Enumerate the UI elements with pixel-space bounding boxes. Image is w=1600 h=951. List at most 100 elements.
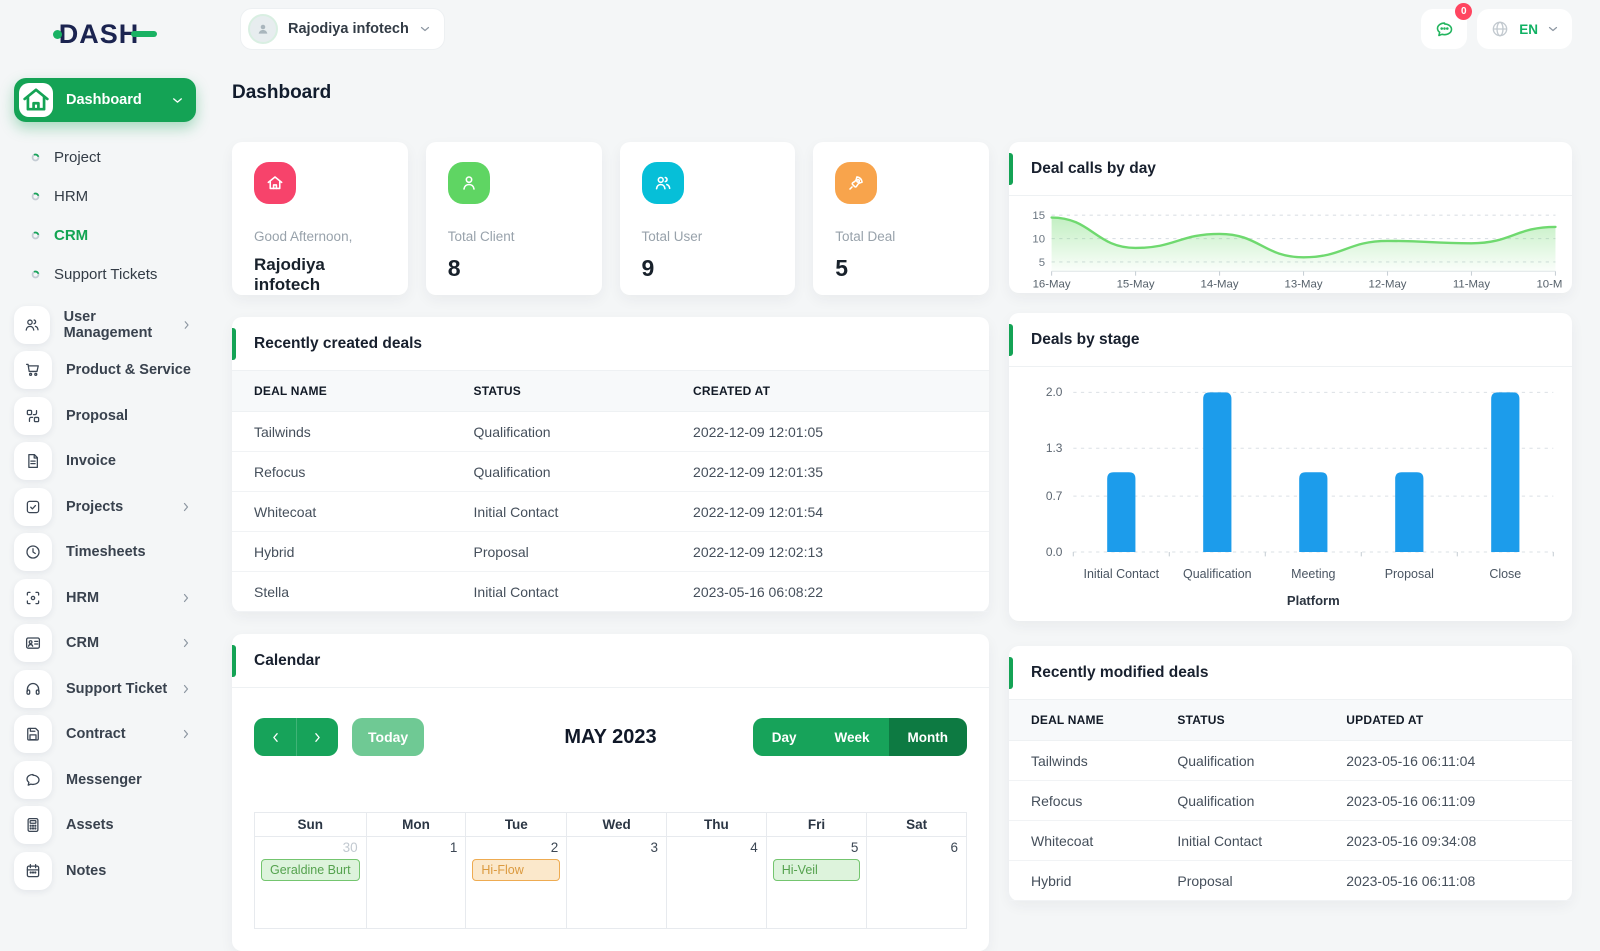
calendar-day-cell[interactable]: 2 Hi-Flow: [465, 836, 568, 929]
calendar-today-button[interactable]: Today: [352, 718, 425, 756]
deal-calls-by-day-card: Deal calls by day 5 10 15 16-May 15-May 14-Ma…: [1009, 142, 1572, 293]
clock-icon: [14, 533, 52, 572]
sidebar-item-crm[interactable]: CRM: [0, 621, 210, 667]
sidebar-subitem-crm[interactable]: CRM: [0, 216, 210, 255]
sidebar-subitem-hrm[interactable]: HRM: [0, 177, 210, 216]
topbar-actions: 0 EN: [1421, 3, 1572, 49]
svg-text:15-May: 15-May: [1117, 279, 1155, 291]
calendar-view-month[interactable]: Month: [888, 718, 967, 756]
calendar-day-cell[interactable]: 30 Geraldine Burt: [254, 836, 367, 929]
svg-text:2.0: 2.0: [1046, 385, 1063, 399]
table-cell: 2023-05-16 06:08:22: [671, 571, 989, 612]
rocket-icon: [835, 162, 878, 204]
sidebar-item-label: HRM: [66, 589, 100, 606]
messages-button[interactable]: 0: [1421, 3, 1473, 49]
main-area: Rajodiya infotech 0 EN Dashboard Good Af…: [210, 0, 1600, 951]
sidebar-subitem-project[interactable]: Project: [0, 138, 210, 177]
calendar-event[interactable]: Hi-Veil: [772, 859, 861, 881]
stat-card-total-user: Total User 9: [619, 142, 796, 295]
stat-label: Good Afternoon,: [254, 229, 353, 244]
logo[interactable]: DASH: [0, 14, 210, 54]
day-number: 4: [750, 840, 758, 855]
deals-by-stage-card: Deals by stage 0.0 0.7 1.3 2.0 Initial Conta…: [1009, 312, 1572, 622]
sidebar-item-dashboard[interactable]: Dashboard: [14, 78, 196, 122]
svg-text:Qualification: Qualification: [1183, 567, 1252, 581]
calendar-day-cell[interactable]: 6: [866, 836, 967, 929]
bar-initial-contact[interactable]: [1107, 472, 1136, 552]
sidebar-item-messenger[interactable]: Messenger: [0, 757, 210, 803]
sidebar-item-hrm[interactable]: HRM: [0, 575, 210, 621]
sidebar-item-timesheets[interactable]: Timesheets: [0, 530, 210, 576]
calendar-view-day[interactable]: Day: [752, 718, 816, 756]
stat-label: Total Client: [447, 229, 515, 244]
recently-created-deals-card: Recently created deals DEAL NAME STATUS CR…: [232, 317, 989, 612]
sidebar-item-assets[interactable]: Assets: [0, 803, 210, 849]
chevron-right-icon: [180, 501, 192, 513]
calendar-day-header: Thu: [666, 812, 767, 837]
company-selector[interactable]: Rajodiya infotech: [240, 8, 445, 50]
bar-meeting[interactable]: [1299, 472, 1328, 552]
sidebar-item-contract[interactable]: Contract: [0, 712, 210, 758]
calendar-day-cell[interactable]: 1: [365, 836, 467, 929]
chevron-right-icon: [180, 728, 192, 740]
day-number: 2: [550, 840, 559, 855]
sidebar-item-invoice[interactable]: Invoice: [0, 439, 210, 485]
table-cell: Hybrid: [1009, 860, 1156, 902]
day-number: 3: [650, 840, 659, 855]
sidebar-item-projects[interactable]: Projects: [0, 484, 210, 530]
table-cell: Stella: [232, 571, 452, 612]
chevron-right-icon: [180, 592, 192, 604]
logo-dash-icon: [131, 31, 158, 37]
check-square-icon: [14, 487, 52, 526]
scan-icon: [14, 578, 52, 617]
stat-value: Rajodiya infotech: [254, 255, 325, 294]
column-header: UPDATED AT: [1324, 700, 1572, 742]
calendar-view-week[interactable]: Week: [815, 718, 889, 756]
calendar-day-cell[interactable]: 4: [666, 836, 767, 929]
page-title: Dashboard: [232, 82, 332, 103]
table-cell: Hybrid: [232, 531, 452, 572]
sidebar-subitem-support-tickets[interactable]: Support Tickets: [0, 255, 210, 294]
bar-qualification[interactable]: [1203, 392, 1232, 552]
table-cell: 2022-12-09 12:01:35: [671, 451, 989, 492]
table-row: Whitecoat Initial Contact 2022-12-09 12:01…: [232, 491, 989, 532]
svg-text:12-May: 12-May: [1369, 279, 1407, 291]
sidebar-item-notes[interactable]: Notes: [0, 848, 210, 894]
chevron-down-icon: [171, 94, 184, 107]
calendar-day-header: Tue: [465, 812, 568, 837]
calendar-day-header: Mon: [365, 812, 467, 837]
calendar-day-header-row: Sun Mon Tue Wed Thu Fri Sat: [254, 812, 967, 837]
table-cell: 2022-12-09 12:01:05: [671, 411, 989, 452]
headphones-icon: [14, 669, 52, 708]
save-icon: [14, 715, 52, 754]
bullet-ring-icon: [31, 153, 40, 162]
calendar-day-cell[interactable]: 5 Hi-Veil: [765, 836, 868, 929]
calendar-event[interactable]: Hi-Flow: [472, 859, 561, 881]
calendar-day-cell[interactable]: 3: [566, 836, 668, 929]
table-cell: Qualification: [451, 451, 672, 492]
calendar-event[interactable]: Geraldine Burt: [261, 859, 360, 881]
sidebar-subitem-label: Support Tickets: [54, 266, 158, 283]
bar-chart-svg: 0.0 0.7 1.3 2.0 Initial Contact Qualification…: [1046, 385, 1554, 608]
table-row: Tailwinds Qualification 2022-12-09 12:01:0…: [232, 411, 989, 452]
sidebar-item-product-service[interactable]: Product & Service: [0, 348, 210, 394]
language-selector[interactable]: EN: [1477, 9, 1572, 49]
sidebar-item-user-management[interactable]: User Management: [0, 302, 210, 348]
svg-text:13-May: 13-May: [1285, 279, 1323, 291]
sidebar-item-support-ticket[interactable]: Support Ticket: [0, 666, 210, 712]
sidebar-item-label: Messenger: [66, 771, 142, 788]
sidebar-item-proposal[interactable]: Proposal: [0, 393, 210, 439]
bar-proposal[interactable]: [1395, 472, 1424, 552]
sidebar-subitem-label: HRM: [54, 188, 89, 205]
users-icon: [14, 305, 50, 344]
calendar-next-button[interactable]: [296, 718, 338, 756]
recently-modified-deals-card: Recently modified deals DEAL NAME STATUS U…: [1009, 646, 1572, 902]
calendar-prev-button[interactable]: [254, 718, 296, 756]
bar-close[interactable]: [1491, 392, 1520, 552]
card-title: Deals by stage: [1009, 313, 1572, 367]
table-header-row: DEAL NAME STATUS UPDATED AT: [1009, 700, 1572, 742]
svg-text:10: 10: [1032, 233, 1045, 245]
table-cell: Initial Contact: [451, 491, 672, 532]
svg-text:Meeting: Meeting: [1291, 567, 1335, 581]
stat-card-total-deal: Total Deal 5: [813, 142, 989, 295]
